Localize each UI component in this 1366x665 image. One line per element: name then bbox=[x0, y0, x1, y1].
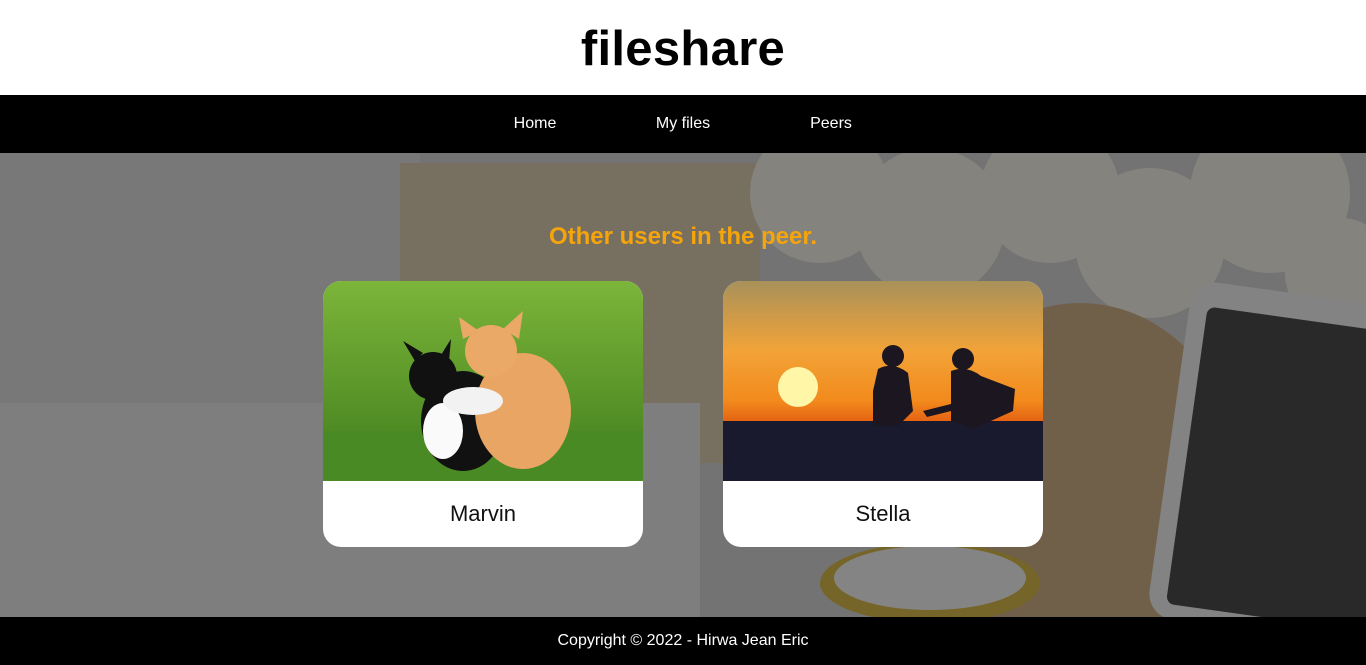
main-nav: Home My files Peers bbox=[0, 95, 1366, 153]
peer-avatar-sunset bbox=[723, 281, 1043, 481]
site-title: fileshare bbox=[580, 21, 786, 76]
peer-card-stella[interactable]: Stella bbox=[723, 281, 1043, 547]
nav-link-home[interactable]: Home bbox=[487, 115, 583, 133]
nav-link-my-files[interactable]: My files bbox=[635, 115, 731, 133]
peers-section: Other users in the peer. Marvin Stella bbox=[0, 153, 1366, 617]
peers-heading: Other users in the peer. bbox=[548, 223, 818, 250]
copyright-text: Copyright © 2022 - Hirwa Jean Eric bbox=[557, 632, 809, 649]
peer-card-marvin[interactable]: Marvin bbox=[323, 281, 643, 547]
site-footer: Copyright © 2022 - Hirwa Jean Eric bbox=[0, 617, 1366, 665]
site-header: fileshare bbox=[0, 0, 1366, 95]
nav-link-peers[interactable]: Peers bbox=[783, 115, 879, 133]
peer-avatar-kittens bbox=[323, 281, 643, 481]
peer-name: Stella bbox=[855, 501, 911, 526]
peer-name: Marvin bbox=[449, 501, 516, 526]
